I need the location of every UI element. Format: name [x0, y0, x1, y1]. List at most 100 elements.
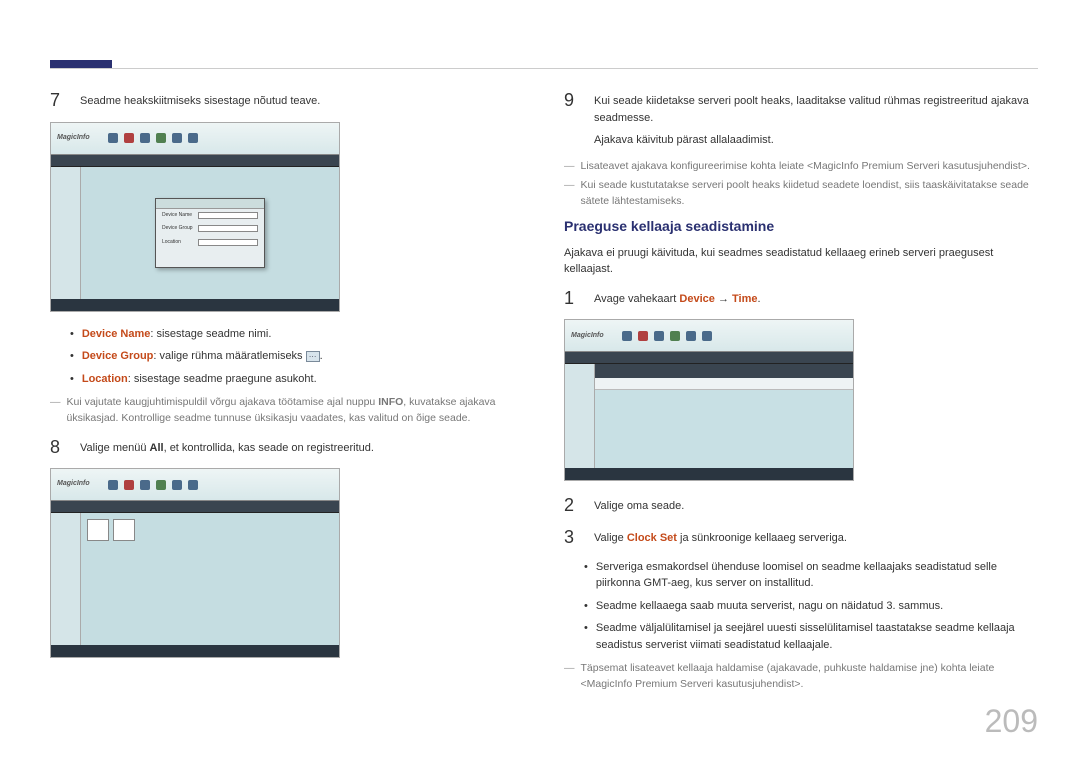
ss-footer	[51, 645, 339, 657]
note: Täpsemat lisateavet kellaaja haldamise (…	[564, 661, 1038, 693]
step-number: 1	[564, 288, 580, 310]
step-number: 3	[564, 527, 580, 549]
dlg-input	[198, 239, 258, 246]
step-1: 1 Avage vahekaart Device → Time.	[564, 288, 1038, 310]
ss-toolbar	[51, 155, 339, 167]
ss-footer	[565, 468, 853, 480]
nav-icon	[124, 480, 134, 490]
ss-logo: MagicInfo	[57, 133, 90, 144]
ss-dialog-title	[156, 199, 264, 209]
screenshot-approve-dialog: MagicInfo Device Name Device Group Loc	[50, 122, 340, 312]
t: →	[715, 293, 732, 305]
step-7: 7 Seadme heakskiitmiseks sisestage nõutu…	[50, 90, 524, 112]
bullet-text: Seadme väljalülitamisel ja seejärel uues…	[596, 620, 1038, 653]
note-text: Kui seade kustutatakse serveri poolt hea…	[581, 178, 1039, 210]
bullet-item: Location: sisestage seadme praegune asuk…	[70, 371, 524, 388]
nav-icon	[702, 331, 712, 341]
bullet-text: : sisestage seadme nimi.	[150, 328, 271, 340]
ss-header: MagicInfo	[51, 469, 339, 501]
nav-icon	[172, 480, 182, 490]
step-number: 2	[564, 495, 580, 517]
ss-main: Device Name Device Group Location	[81, 167, 339, 299]
bullet-label: Device Name	[82, 328, 151, 340]
nav-icon	[172, 133, 182, 143]
ss-table-row	[595, 378, 853, 390]
nav-icon	[156, 133, 166, 143]
bullet-text: : sisestage seadme praegune asukoht.	[128, 373, 317, 385]
page-content: 7 Seadme heakskiitmiseks sisestage nõutu…	[50, 90, 1038, 733]
nav-icon	[108, 480, 118, 490]
ss-nav-icons	[108, 480, 198, 490]
ss-dialog: Device Name Device Group Location	[155, 198, 265, 268]
screenshot-device-time: MagicInfo	[564, 319, 854, 481]
ss-logo: MagicInfo	[57, 479, 90, 490]
nav-icon	[654, 331, 664, 341]
menu-name: All	[150, 442, 164, 454]
nav-icon	[670, 331, 680, 341]
note-keyword: INFO	[378, 396, 403, 408]
bullet-text: : valige rühma määratlemiseks	[153, 350, 305, 362]
bullet-label: Location	[82, 373, 128, 385]
nav-icon	[622, 331, 632, 341]
ss-thumbnails	[87, 519, 135, 541]
nav-icon	[140, 480, 150, 490]
step-text: Valige menüü All, et kontrollida, kas se…	[80, 437, 524, 459]
t: , et kontrollida, kas seade on registree…	[164, 442, 374, 454]
nav-icon	[686, 331, 696, 341]
action-name: Clock Set	[627, 532, 677, 544]
step-text: Avage vahekaart Device → Time.	[594, 288, 1038, 310]
header-rule	[50, 68, 1038, 69]
step-text: Seadme heakskiitmiseks sisestage nõutud …	[80, 90, 524, 112]
line: Ajakava käivitub pärast allalaadimist.	[594, 132, 1038, 149]
step-text: Kui seade kiidetakse serveri poolt heaks…	[594, 90, 1038, 149]
t: .	[758, 293, 761, 305]
bullet-text: Serveriga esmakordsel ühenduse loomisel …	[596, 559, 1038, 592]
bullet-item: Seadme kellaaega saab muuta serverist, n…	[584, 598, 1038, 615]
dlg-label: Device Group	[162, 225, 194, 233]
note: Kui seade kustutatakse serveri poolt hea…	[564, 178, 1038, 210]
page-number: 209	[985, 697, 1038, 745]
note-text: Lisateavet ajakava konfigureerimise koht…	[581, 159, 1030, 175]
step-3: 3 Valige Clock Set ja sünkroonige kellaa…	[564, 527, 1038, 549]
ss-nav-icons	[108, 133, 198, 143]
ss-footer	[51, 299, 339, 311]
line: Kui seade kiidetakse serveri poolt heaks…	[594, 93, 1038, 126]
ss-nav-icons	[622, 331, 712, 341]
ss-thumb	[113, 519, 135, 541]
note-text: Kui vajutate kaugjuhtimispuldil võrgu aj…	[67, 396, 379, 408]
step-number: 7	[50, 90, 66, 112]
ss-header: MagicInfo	[51, 123, 339, 155]
screenshot-all-view: MagicInfo	[50, 468, 340, 658]
nav-icon	[638, 331, 648, 341]
dlg-label: Device Name	[162, 212, 194, 220]
header-accent	[50, 60, 112, 68]
bullet-text: Seadme kellaaega saab muuta serverist, n…	[596, 598, 943, 615]
t: Valige menüü	[80, 442, 150, 454]
ss-sidebar	[51, 167, 81, 299]
ss-sidebar	[51, 513, 81, 645]
bullet-item: Seadme väljalülitamisel ja seejärel uues…	[584, 620, 1038, 653]
step-number: 8	[50, 437, 66, 459]
bullet-item: Device Group: valige rühma määratlemisek…	[70, 348, 524, 365]
nav-icon	[188, 480, 198, 490]
note: Lisateavet ajakava konfigureerimise koht…	[564, 159, 1038, 175]
tab-name: Device	[679, 293, 714, 305]
note-text: Täpsemat lisateavet kellaaja haldamise (…	[581, 661, 1039, 693]
bullet-list: Serveriga esmakordsel ühenduse loomisel …	[584, 559, 1038, 654]
step-text: Valige Clock Set ja sünkroonige kellaaeg…	[594, 527, 1038, 549]
nav-icon	[156, 480, 166, 490]
ss-sidebar	[565, 364, 595, 468]
ellipsis-button-icon	[306, 351, 320, 362]
ss-logo: MagicInfo	[571, 331, 604, 342]
t: Valige	[594, 532, 627, 544]
nav-icon	[140, 133, 150, 143]
step-2: 2 Valige oma seade.	[564, 495, 1038, 517]
left-column: 7 Seadme heakskiitmiseks sisestage nõutu…	[50, 90, 524, 733]
dlg-label: Location	[162, 239, 194, 247]
t: ja sünkroonige kellaaeg serveriga.	[677, 532, 847, 544]
nav-icon	[108, 133, 118, 143]
section-heading: Praeguse kellaaja seadistamine	[564, 216, 1038, 237]
ss-header: MagicInfo	[565, 320, 853, 352]
nav-icon	[188, 133, 198, 143]
step-8: 8 Valige menüü All, et kontrollida, kas …	[50, 437, 524, 459]
